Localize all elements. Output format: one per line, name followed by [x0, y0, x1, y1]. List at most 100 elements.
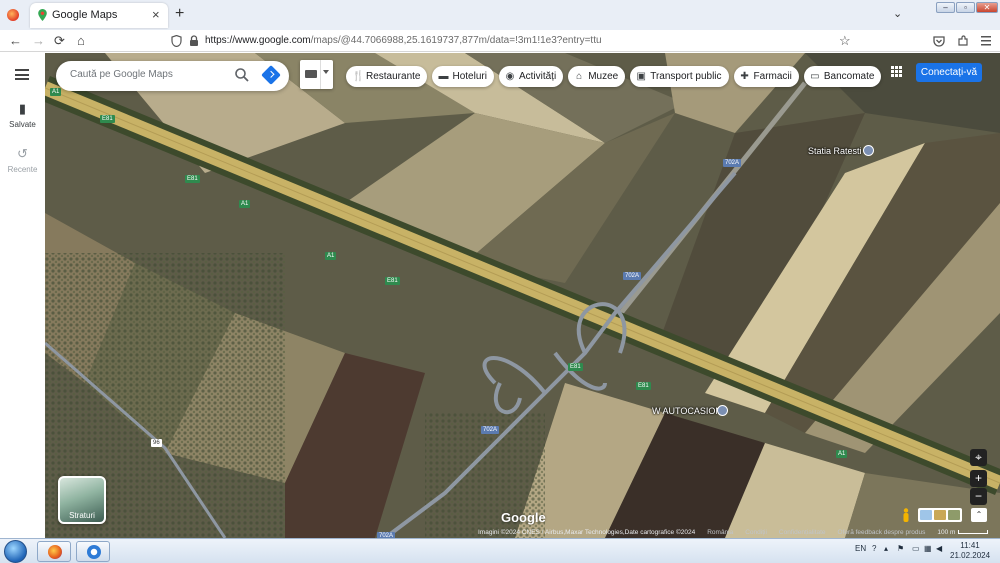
language-indicator[interactable]: EN [855, 544, 866, 553]
home-icon[interactable]: ⌂ [77, 33, 85, 49]
satellite-map[interactable]: A1 E81 E81 A1 A1 E81 E81 E81 A1 702A 702… [45, 53, 1000, 538]
bookmark-icon: ▮ [18, 101, 27, 116]
terms-link[interactable]: Condiții [745, 529, 767, 538]
station-pin-icon[interactable] [863, 145, 874, 156]
scale-bar [958, 530, 989, 534]
tray-arrow-icon[interactable]: ▴ [884, 544, 888, 553]
new-tab-button[interactable]: + [175, 5, 184, 23]
atm-icon: ▭ [810, 71, 820, 82]
museum-icon: ⌂ [576, 71, 583, 82]
bookmark-star-icon[interactable]: ☆ [839, 33, 851, 49]
place-label-station[interactable]: Statia Ratesti [808, 146, 862, 156]
close-window-button[interactable]: ✕ [976, 2, 998, 13]
chip-label: Hoteluri [452, 71, 487, 82]
battery-icon[interactable]: ▭ [912, 544, 920, 553]
road-shield-e81: E81 [100, 115, 115, 123]
back-arrow-icon[interactable]: ← [9, 33, 22, 49]
app-menu-icon[interactable] [981, 35, 991, 47]
help-icon[interactable]: ? [872, 544, 876, 553]
road-shield-702a: 702A [481, 426, 500, 434]
map-thumb [920, 510, 932, 520]
chip-transit[interactable]: ▣ Transport public [630, 66, 729, 87]
layers-toggle[interactable]: Straturi [58, 476, 106, 524]
map-imagery [45, 53, 1000, 538]
search-icon[interactable] [234, 67, 250, 83]
search-input[interactable] [70, 69, 220, 80]
my-location-button[interactable]: ⌖ [970, 449, 987, 466]
privacy-link[interactable]: Confidențialitate [779, 529, 826, 538]
train-icon: ▣ [636, 71, 646, 82]
category-chips: 🍴 Restaurante ▬ Hoteluri ◉ Activități ⌂ Muze… [346, 66, 882, 87]
taskbar-firefox[interactable] [37, 541, 71, 562]
history-icon: ↺ [17, 146, 28, 161]
camera-icon: ◉ [505, 71, 515, 82]
hamburger-menu-icon[interactable] [15, 69, 29, 80]
system-clock[interactable]: 11:41 21.02.2024 [950, 541, 990, 561]
restore-button[interactable]: ▫ [956, 2, 975, 13]
road-shield-e81: E81 [385, 277, 400, 285]
network-icon[interactable]: ▦ [924, 544, 932, 553]
road-shield-a1: A1 [836, 450, 848, 458]
place-label-autocasion[interactable]: W AUTOCASION [652, 406, 722, 416]
volume-icon[interactable]: ◀ [936, 544, 942, 553]
imagery-thumbnails[interactable] [918, 508, 962, 522]
address-bar[interactable]: https://www.google.com/maps/@44.7066988,… [205, 35, 602, 46]
road-shield-702a: 702A [723, 159, 742, 167]
search-box [56, 61, 289, 91]
browser-nav-bar: ← → ⟳ ⌂ https://www.google.com/maps/@44.… [0, 30, 1000, 52]
feedback-link[interactable]: Oferă feedback despre produs [838, 529, 926, 538]
chip-activities[interactable]: ◉ Activități [498, 66, 564, 87]
imagery-credit: Imagini ©2024 CNES / Airbus,Maxar Techno… [478, 529, 696, 536]
sign-in-button[interactable]: Conectați-vă [916, 63, 982, 82]
minimize-button[interactable]: – [936, 2, 955, 13]
chip-museums[interactable]: ⌂ Muzee [568, 66, 626, 87]
terrain-thumb [934, 510, 946, 520]
extensions-icon[interactable] [957, 35, 969, 47]
flag-icon[interactable]: ⚑ [897, 544, 904, 553]
firefox-icon [48, 545, 62, 559]
country-link[interactable]: România [707, 529, 733, 538]
shield-icon[interactable] [171, 35, 182, 47]
tab-title: Google Maps [52, 9, 118, 21]
zoom-out-button[interactable]: − [970, 488, 987, 505]
chip-label: Muzee [588, 71, 619, 82]
car-dealer-pin-icon[interactable] [717, 405, 728, 416]
road-shield-a1: A1 [239, 200, 251, 208]
road-shield-e81: E81 [636, 382, 651, 390]
tab-close-icon[interactable]: × [152, 7, 160, 22]
directions-icon[interactable] [261, 65, 281, 85]
tab-google-maps[interactable]: Google Maps × [30, 3, 168, 28]
tab-list-chevron-icon[interactable]: ⌄ [893, 7, 902, 20]
chip-label: Activități [518, 71, 557, 82]
chip-label: Restaurante [366, 71, 421, 82]
map-attribution: Imagini ©2024 CNES / Airbus,Maxar Techno… [478, 529, 1000, 538]
maps-side-rail: ▮ Salvate ↺ Recente [0, 53, 45, 538]
rail-recent-label: Recente [7, 165, 38, 174]
app-icon [87, 545, 101, 559]
input-tools-button[interactable] [300, 60, 333, 89]
chip-pharmacies[interactable]: ✚ Farmacii [733, 66, 799, 87]
chip-hotels[interactable]: ▬ Hoteluri [432, 66, 494, 87]
zoom-in-button[interactable]: + [970, 470, 987, 487]
chip-label: Farmacii [753, 71, 792, 82]
chip-atms[interactable]: ▭ Bancomate [803, 66, 882, 87]
clock-date: 21.02.2024 [950, 551, 991, 560]
browser-tab-bar: Google Maps × + ⌄ – ▫ ✕ [0, 0, 1000, 30]
reload-icon[interactable]: ⟳ [54, 33, 65, 49]
url-host: https://www.google.com [205, 35, 311, 46]
windows-taskbar: EN ? ▴ ⚑ ▭ ▦ ◀ 11:41 21.02.2024 [0, 538, 1000, 563]
rail-item-recent[interactable]: ↺ Recente [0, 146, 45, 174]
rail-saved-label: Salvate [9, 120, 36, 129]
scale-indicator[interactable]: 100 m [937, 529, 989, 538]
start-button[interactable] [4, 540, 27, 563]
lock-icon[interactable] [189, 35, 199, 47]
expand-chevron-icon[interactable]: ⌃ [971, 508, 987, 522]
rail-item-saved[interactable]: ▮ Salvate [0, 101, 45, 129]
pegman-icon[interactable] [902, 508, 910, 522]
pocket-icon[interactable] [933, 35, 945, 47]
forward-arrow-icon[interactable]: → [32, 33, 45, 49]
chip-restaurants[interactable]: 🍴 Restaurante [346, 66, 428, 87]
fork-knife-icon: 🍴 [352, 71, 365, 82]
google-apps-icon[interactable] [891, 66, 902, 77]
taskbar-app[interactable] [76, 541, 110, 562]
